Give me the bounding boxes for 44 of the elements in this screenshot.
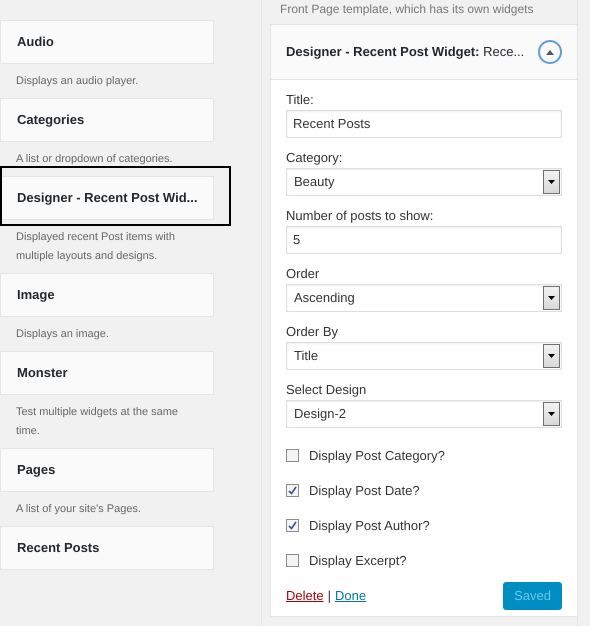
checkbox-label: Display Post Date? [309, 482, 420, 500]
field-label: Order By [286, 323, 340, 341]
widget-card[interactable]: Monster [0, 351, 214, 395]
widget-card[interactable]: Designer - Recent Post Wid... [0, 176, 214, 220]
widget-card[interactable]: Audio [0, 20, 214, 64]
dropdown[interactable]: Design-2 [286, 400, 562, 428]
collapse-toggle[interactable] [538, 40, 562, 64]
widget-title: Designer - Recent Post Widget: [286, 44, 480, 60]
widget-description: A list or dropdown of categories. [15, 152, 174, 167]
checkbox[interactable] [286, 449, 299, 462]
done-link[interactable]: Done [334, 586, 366, 606]
dropdown[interactable]: Beauty [286, 168, 562, 196]
checkbox-label: Display Excerpt? [309, 552, 407, 570]
link-separator: | [328, 587, 331, 606]
widget-description: Test multiple widgets at the same time. [15, 405, 180, 439]
checkbox[interactable] [286, 554, 299, 567]
widget-header[interactable]: Designer - Recent Post Widget: Rece... [271, 25, 577, 80]
checkmark-icon [288, 521, 297, 530]
widget-card[interactable]: Image [0, 273, 214, 317]
delete-link[interactable]: Delete [286, 586, 324, 606]
widget-description: Displayed recent Post items with multiple layouts and designs. [15, 230, 176, 264]
dropdown[interactable]: Title [286, 342, 562, 370]
checkbox-label: Display Post Author? [309, 516, 430, 535]
caret-icon [546, 50, 554, 54]
checkbox[interactable] [286, 519, 299, 532]
field-label: Number of posts to show: [286, 207, 434, 225]
field-label: Category: [286, 149, 344, 167]
field-label: Select Design [286, 381, 368, 399]
widget-description: Displays an image. [15, 327, 110, 342]
widget-card[interactable]: Pages [0, 448, 214, 492]
checkmark-icon [288, 486, 297, 495]
widget-subtitle: Rece... [483, 44, 524, 60]
sidebar-note: Front Page template, which has its own widgets [279, 2, 534, 16]
input-field[interactable]: 5 [286, 226, 562, 254]
widget-card[interactable]: Categories [0, 98, 214, 142]
widget-description: Displays an audio player. [15, 74, 140, 89]
widget-description: A list of your site's Pages. [15, 502, 142, 517]
field-label: Order [286, 265, 320, 283]
field-label: Title: [286, 91, 315, 109]
input-field[interactable]: Recent Posts [286, 110, 562, 138]
dropdown[interactable]: Ascending [286, 284, 562, 312]
checkbox[interactable] [286, 484, 299, 497]
widget-card[interactable]: Recent Posts [0, 526, 214, 570]
checkbox-label: Display Post Category? [309, 446, 445, 465]
